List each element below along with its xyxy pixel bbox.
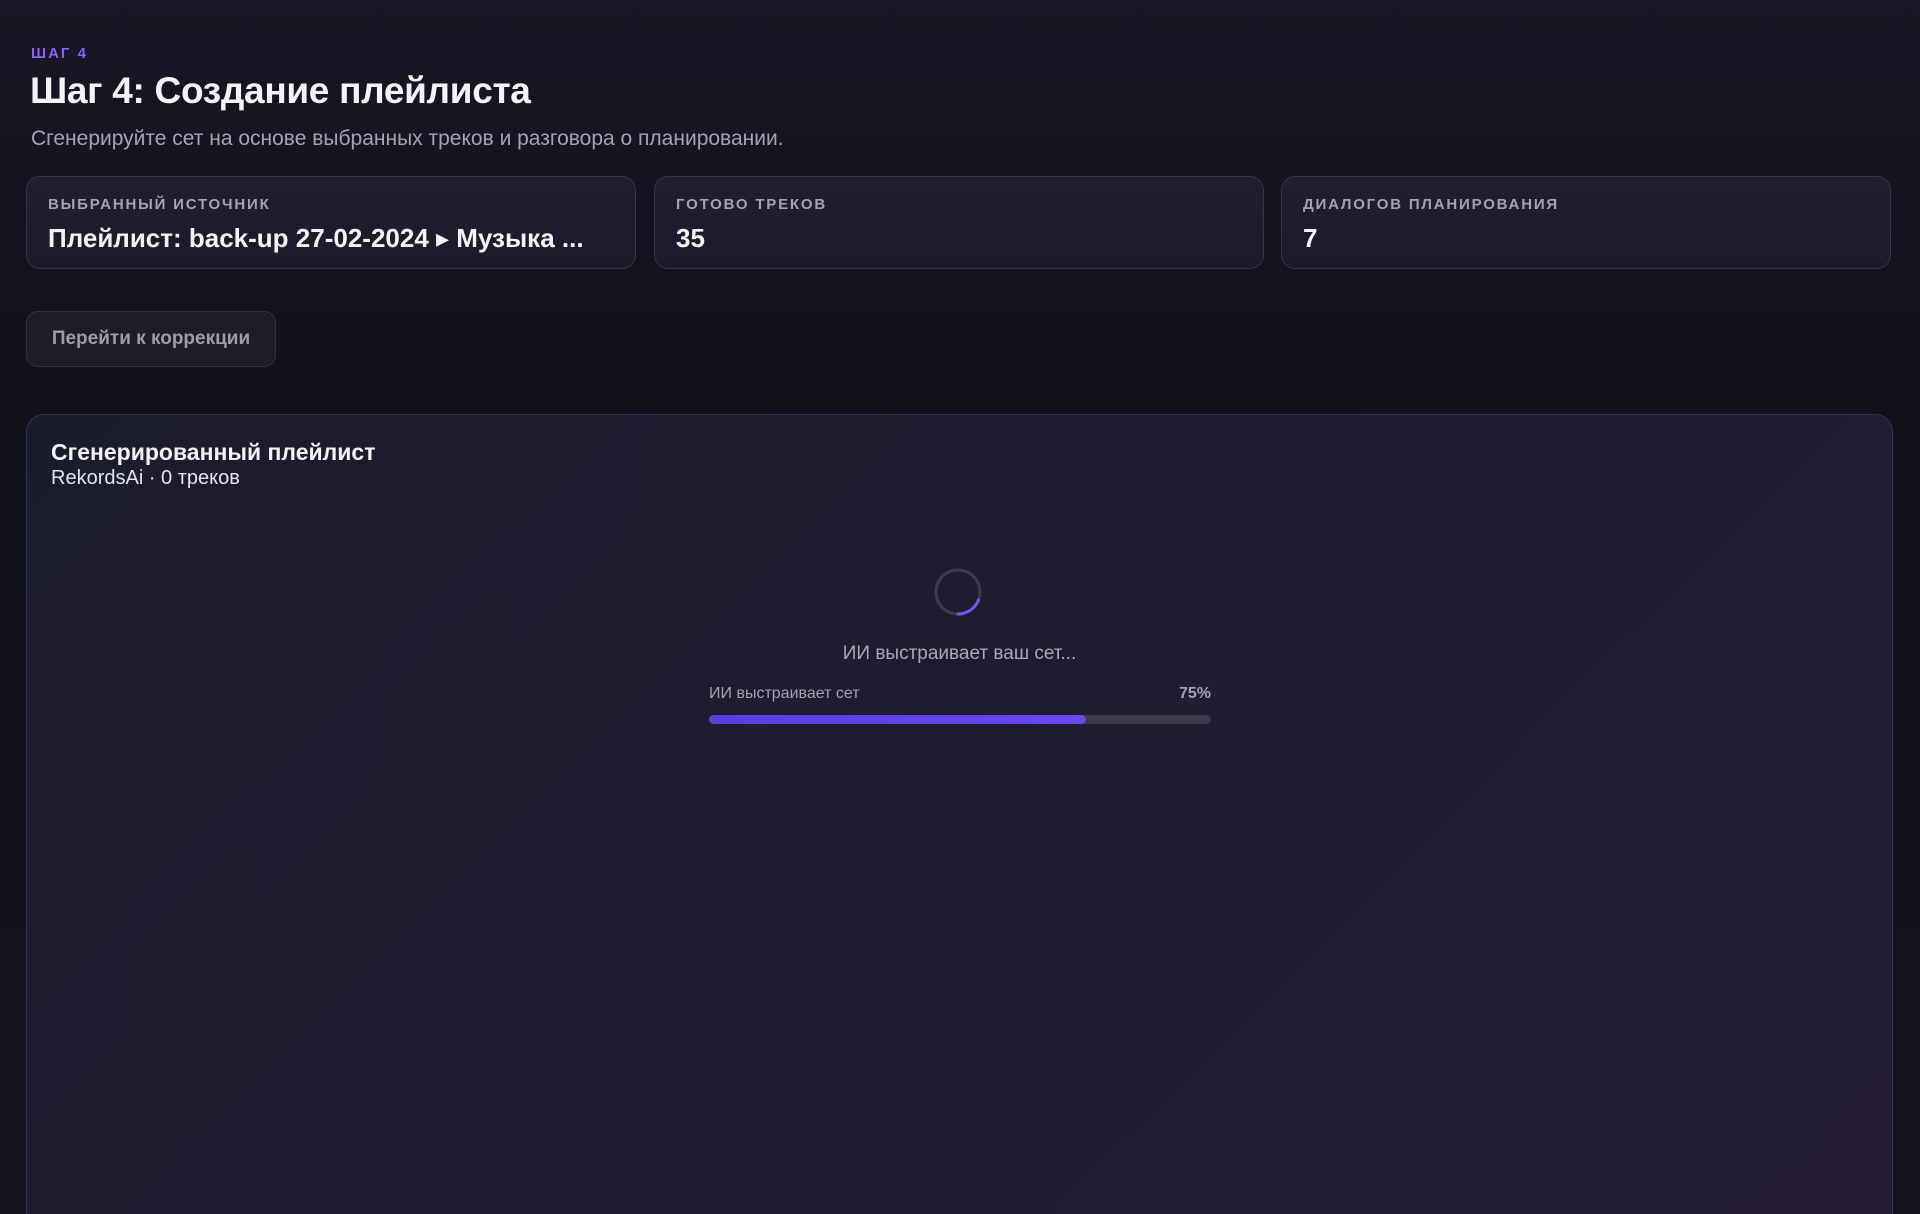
playlist-meta: RekordsAi · 0 треков	[51, 467, 240, 489]
stat-label-source: ВЫБРАННЫЙ ИСТОЧНИК	[48, 196, 271, 213]
go-to-correction-button[interactable]: Перейти к коррекции	[26, 311, 276, 367]
page: ШАГ 4 Шаг 4: Создание плейлиста Сгенерир…	[0, 0, 1920, 1214]
step-eyebrow: ШАГ 4	[31, 45, 88, 62]
progress-fill	[709, 715, 1086, 724]
page-subtitle: Сгенерируйте сет на основе выбранных тре…	[31, 127, 784, 150]
playlist-title: Сгенерированный плейлист	[51, 439, 376, 465]
progress-block: ИИ выстраивает сет 75%	[709, 685, 1211, 724]
progress-percent: 75%	[1178, 685, 1211, 702]
progress-label: ИИ выстраивает сет	[709, 685, 860, 702]
loading-text: ИИ выстраивает ваш сет...	[842, 643, 1077, 664]
generated-playlist-panel: Сгенерированный плейлист RekordsAi · 0 т…	[26, 414, 1893, 1214]
stat-value-planning-dialogs: 7	[1303, 223, 1318, 253]
stat-value-ready-tracks: 35	[676, 223, 705, 253]
stat-card-source: ВЫБРАННЫЙ ИСТОЧНИК Плейлист: back-up 27-…	[26, 176, 636, 269]
stat-card-ready-tracks: ГОТОВО ТРЕКОВ 35	[654, 176, 1264, 269]
stat-label-ready-tracks: ГОТОВО ТРЕКОВ	[676, 196, 827, 213]
progress-header: ИИ выстраивает сет 75%	[709, 685, 1211, 703]
progress-track	[709, 715, 1211, 724]
page-title: Шаг 4: Создание плейлиста	[30, 70, 531, 111]
stat-label-planning-dialogs: ДИАЛОГОВ ПЛАНИРОВАНИЯ	[1303, 196, 1559, 213]
loading-spinner-icon	[934, 568, 982, 616]
stat-value-source: Плейлист: back-up 27-02-2024 ▸ Музыка ..…	[48, 223, 584, 253]
stat-card-planning-dialogs: ДИАЛОГОВ ПЛАНИРОВАНИЯ 7	[1281, 176, 1891, 269]
